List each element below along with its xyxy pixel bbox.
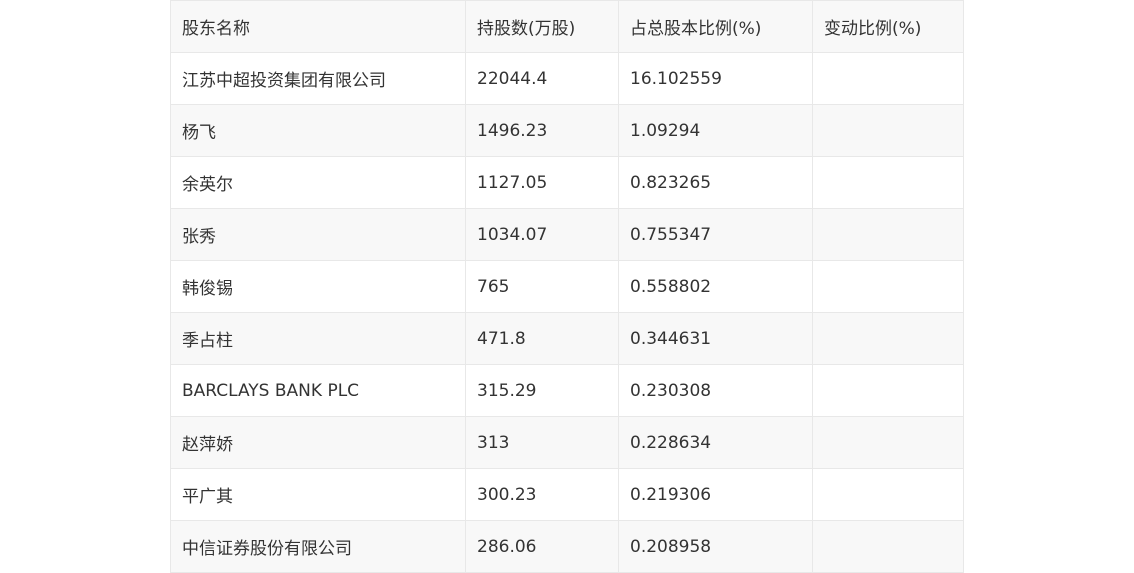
- shares-held-cell: 1127.05: [465, 156, 619, 209]
- shares-held-cell: 471.8: [465, 312, 619, 365]
- table-header-row: 股东名称 持股数(万股) 占总股本比例(%) 变动比例(%): [170, 0, 964, 53]
- share-ratio-cell: 0.219306: [618, 468, 813, 521]
- shareholder-name-cell: 季占柱: [170, 312, 466, 365]
- header-shares-held: 持股数(万股): [465, 0, 619, 53]
- shares-held-cell: 313: [465, 416, 619, 469]
- table-row: BARCLAYS BANK PLC 315.29 0.230308: [170, 364, 964, 417]
- share-ratio-cell: 0.228634: [618, 416, 813, 469]
- change-ratio-cell: [812, 208, 964, 261]
- header-share-ratio: 占总股本比例(%): [618, 0, 813, 53]
- table-row: 季占柱 471.8 0.344631: [170, 312, 964, 365]
- shareholder-table: 股东名称 持股数(万股) 占总股本比例(%) 变动比例(%) 江苏中超投资集团有…: [170, 0, 964, 573]
- share-ratio-cell: 0.344631: [618, 312, 813, 365]
- shares-held-cell: 300.23: [465, 468, 619, 521]
- table-row: 赵萍娇 313 0.228634: [170, 416, 964, 469]
- shareholder-name-cell: 余英尔: [170, 156, 466, 209]
- table-row: 江苏中超投资集团有限公司 22044.4 16.102559: [170, 52, 964, 105]
- share-ratio-cell: 0.230308: [618, 364, 813, 417]
- shareholder-name-cell: 韩俊锡: [170, 260, 466, 313]
- shareholder-name-cell: 平广其: [170, 468, 466, 521]
- change-ratio-cell: [812, 520, 964, 573]
- shares-held-cell: 22044.4: [465, 52, 619, 105]
- shareholder-name-cell: 赵萍娇: [170, 416, 466, 469]
- shares-held-cell: 286.06: [465, 520, 619, 573]
- table-row: 平广其 300.23 0.219306: [170, 468, 964, 521]
- change-ratio-cell: [812, 416, 964, 469]
- table-row: 张秀 1034.07 0.755347: [170, 208, 964, 261]
- change-ratio-cell: [812, 104, 964, 157]
- shareholder-name-cell: 中信证券股份有限公司: [170, 520, 466, 573]
- share-ratio-cell: 0.823265: [618, 156, 813, 209]
- shareholder-table-container: 股东名称 持股数(万股) 占总股本比例(%) 变动比例(%) 江苏中超投资集团有…: [170, 0, 964, 573]
- share-ratio-cell: 0.208958: [618, 520, 813, 573]
- share-ratio-cell: 16.102559: [618, 52, 813, 105]
- shareholder-name-cell: BARCLAYS BANK PLC: [170, 364, 466, 417]
- change-ratio-cell: [812, 52, 964, 105]
- header-shareholder-name: 股东名称: [170, 0, 466, 53]
- table-row: 中信证券股份有限公司 286.06 0.208958: [170, 520, 964, 573]
- shareholder-name-cell: 江苏中超投资集团有限公司: [170, 52, 466, 105]
- shareholder-name-cell: 杨飞: [170, 104, 466, 157]
- table-row: 杨飞 1496.23 1.09294: [170, 104, 964, 157]
- shares-held-cell: 315.29: [465, 364, 619, 417]
- change-ratio-cell: [812, 468, 964, 521]
- change-ratio-cell: [812, 312, 964, 365]
- change-ratio-cell: [812, 260, 964, 313]
- share-ratio-cell: 0.558802: [618, 260, 813, 313]
- shares-held-cell: 1496.23: [465, 104, 619, 157]
- table-row: 余英尔 1127.05 0.823265: [170, 156, 964, 209]
- header-change-ratio: 变动比例(%): [812, 0, 964, 53]
- shares-held-cell: 1034.07: [465, 208, 619, 261]
- shares-held-cell: 765: [465, 260, 619, 313]
- table-row: 韩俊锡 765 0.558802: [170, 260, 964, 313]
- shareholder-name-cell: 张秀: [170, 208, 466, 261]
- share-ratio-cell: 1.09294: [618, 104, 813, 157]
- share-ratio-cell: 0.755347: [618, 208, 813, 261]
- change-ratio-cell: [812, 364, 964, 417]
- change-ratio-cell: [812, 156, 964, 209]
